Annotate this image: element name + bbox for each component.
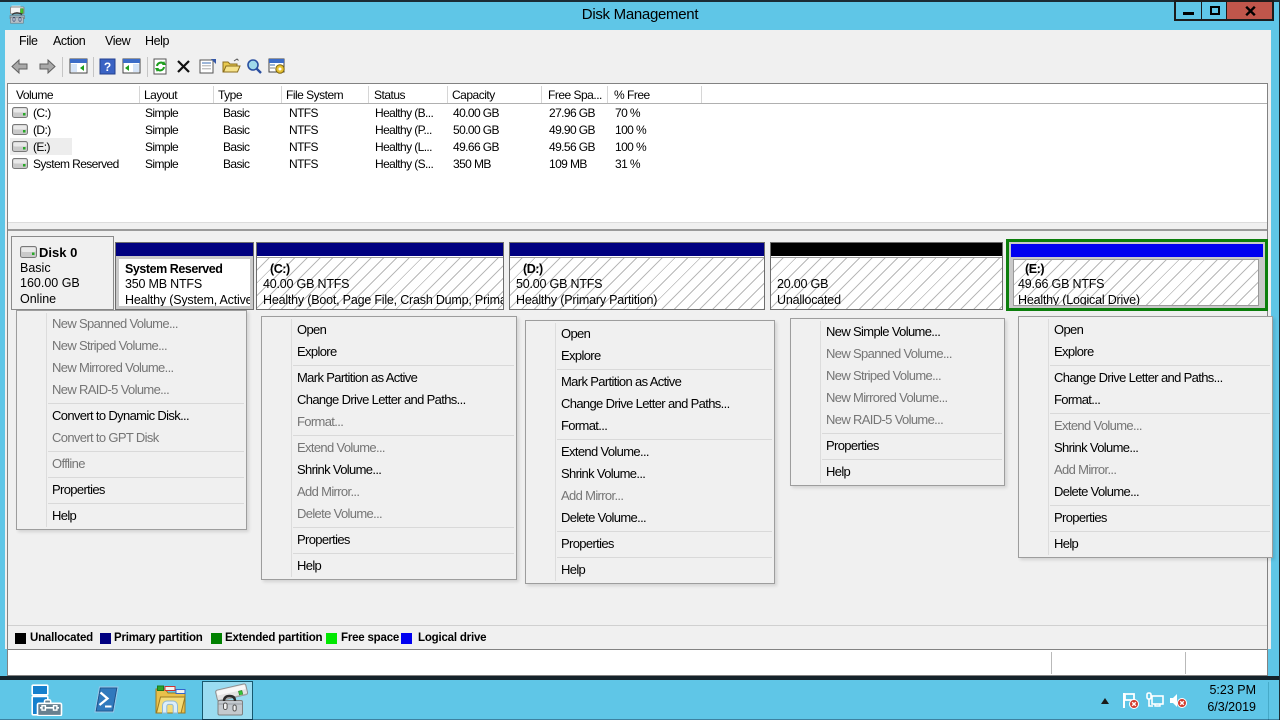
- svg-text:?: ?: [104, 60, 111, 74]
